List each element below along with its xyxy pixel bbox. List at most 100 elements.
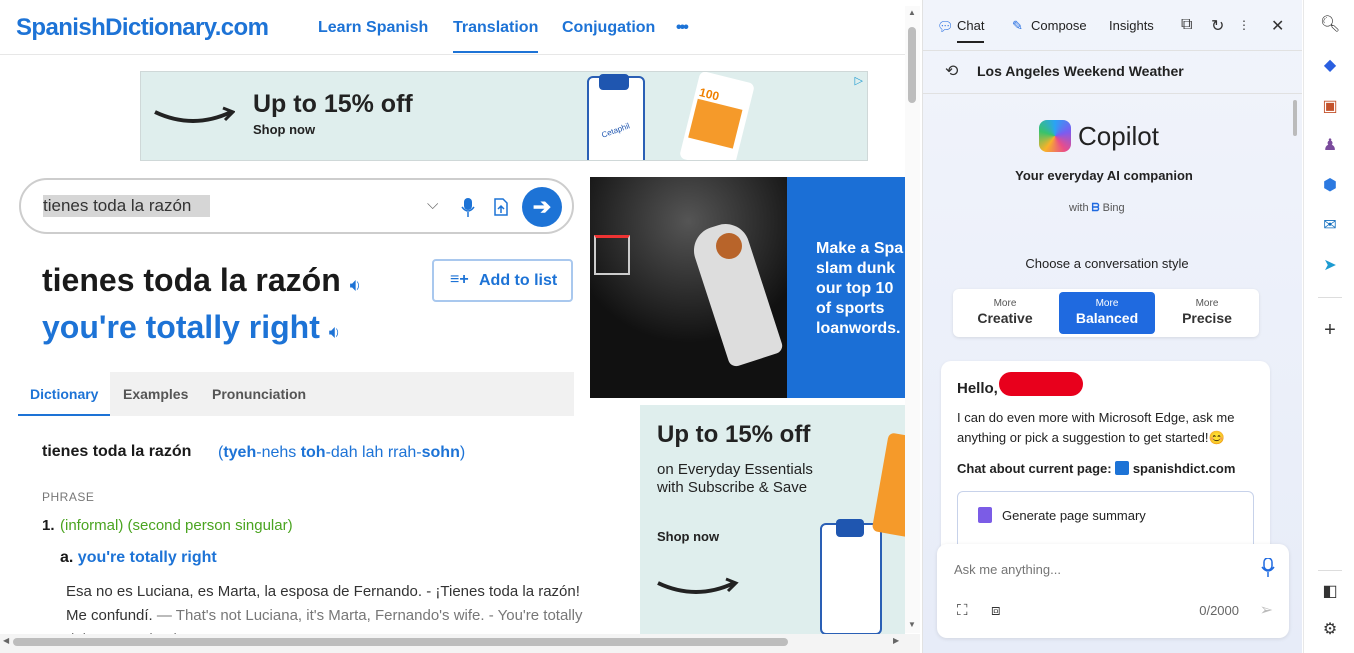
product-bottle <box>820 519 882 635</box>
open-in-new-icon[interactable]: ⧉ <box>1181 16 1192 34</box>
search-submit-button[interactable]: ➔ <box>522 187 562 227</box>
speaker-icon[interactable]: 🔉︎ <box>350 275 361 295</box>
toolbox-icon[interactable]: ▣ <box>1320 97 1340 117</box>
spanishdict-page: SpanishDictionary.com Learn Spanish Tran… <box>0 0 920 653</box>
horizontal-scroll-thumb[interactable] <box>13 638 788 646</box>
nav-translation[interactable]: Translation <box>453 19 539 53</box>
product-tube: 100 <box>678 72 756 160</box>
playlist-add-icon: ≡+ <box>450 271 469 288</box>
tab-insights[interactable]: Insights <box>1109 18 1154 33</box>
copilot-title: Copilot <box>1078 121 1159 151</box>
sub-sense: a. you're totally right <box>60 549 217 567</box>
refresh-icon[interactable]: ↻ <box>1211 16 1224 36</box>
games-icon[interactable]: ♟ <box>1320 136 1340 156</box>
upload-document-icon[interactable] <box>493 198 509 216</box>
copilot-logo-icon <box>1039 120 1071 152</box>
style-name: Creative <box>977 310 1033 326</box>
generate-summary-button[interactable]: Generate page summary <box>957 491 1254 551</box>
more-options-icon[interactable]: ⋮ <box>1238 18 1250 32</box>
search-icon[interactable]: 🔍︎ <box>1320 15 1340 35</box>
chat-input[interactable] <box>954 562 1244 577</box>
scroll-left-icon[interactable]: ◀ <box>3 636 9 645</box>
tab-chat[interactable]: Chat <box>957 18 985 43</box>
adchoices-icon[interactable]: ▷ <box>855 74 863 87</box>
amazon-smile-icon <box>657 577 739 594</box>
chat-about-page: Chat about current page: spanishdict.com <box>957 461 1235 476</box>
style-creative-button[interactable]: More Creative <box>957 292 1053 334</box>
ad-banner-slam-dunk[interactable]: Make a Spa slam dunk our top 10 of sport… <box>590 177 905 398</box>
nav-learn-spanish[interactable]: Learn Spanish <box>318 19 428 37</box>
result-tabs: Dictionary Examples Pronunciation <box>18 372 574 416</box>
conversation-style-selector: More Creative More Balanced More Precise <box>953 289 1259 337</box>
microsoft365-icon[interactable]: ⬢ <box>1320 176 1340 196</box>
tab-dictionary[interactable]: Dictionary <box>18 372 110 416</box>
with-bing: with ᗷ Bing <box>1069 202 1125 215</box>
tab-compose[interactable]: Compose <box>1031 18 1087 33</box>
add-icon[interactable]: + <box>1320 320 1340 340</box>
sub-sense-translation[interactable]: you're totally right <box>78 549 217 566</box>
pron-paren: ) <box>459 444 466 461</box>
amazon-smile-icon <box>154 106 235 123</box>
outlook-icon[interactable]: ✉ <box>1320 216 1340 236</box>
bing-label: Bing <box>1102 202 1125 214</box>
scroll-right-icon[interactable]: ▶ <box>893 636 899 645</box>
vertical-scroll-thumb[interactable] <box>908 27 916 103</box>
chat-composer: ⛶ ⧈ 0/2000 ➢ <box>937 544 1289 638</box>
sidebar-toggle-icon[interactable]: ◧ <box>1320 582 1340 602</box>
image-scan-icon[interactable]: ⛶ <box>957 602 968 619</box>
send-icon[interactable]: ➢ <box>1260 600 1273 620</box>
sub-sense-label: a. <box>60 549 74 566</box>
copilot-scroll-thumb[interactable] <box>1293 100 1297 136</box>
ad-headline: Up to 15% off <box>253 90 413 118</box>
char-count: 0/2000 <box>1199 603 1239 618</box>
speaker-icon[interactable]: 🔉︎ <box>329 322 340 342</box>
entry-pronunciation: (tyeh-nehs toh-dah lah rrah-sohn) <box>218 444 465 462</box>
screenshot-icon[interactable]: ⧈ <box>991 602 1001 619</box>
scroll-down-icon[interactable]: ▼ <box>908 620 916 629</box>
ad-cta: Shop now <box>253 122 316 137</box>
microphone-icon[interactable] <box>461 198 475 218</box>
tab-examples[interactable]: Examples <box>123 386 188 402</box>
close-icon[interactable]: ✕ <box>1271 16 1284 36</box>
style-precise-button[interactable]: More Precise <box>1159 292 1255 334</box>
chevron-down-icon[interactable]: ⌵ <box>427 196 438 213</box>
settings-gear-icon[interactable]: ⚙ <box>1320 620 1340 640</box>
document-list-icon <box>978 507 992 523</box>
bing-logo-icon: ᗷ <box>1091 202 1100 214</box>
rail-divider <box>1318 570 1342 571</box>
ad-bottom-cta: Shop now <box>657 529 720 544</box>
compose-pen-icon: ✎ <box>1012 18 1023 33</box>
chat-about-site: spanishdict.com <box>1132 461 1236 476</box>
conversation-style-label: Choose a conversation style <box>1025 256 1189 271</box>
header-divider <box>0 54 905 55</box>
recent-chat-item[interactable]: Los Angeles Weekend Weather <box>977 63 1184 79</box>
tab-pronunciation[interactable]: Pronunciation <box>212 386 306 402</box>
scroll-up-icon[interactable]: ▲ <box>908 8 916 17</box>
with-label: with <box>1069 202 1089 214</box>
shopping-tag-icon[interactable]: ◆ <box>1320 56 1340 76</box>
ad-banner-bottom[interactable]: Up to 15% off on Everyday Essentials wit… <box>640 405 905 635</box>
search-box: ⌵ ➔ <box>19 178 574 234</box>
add-to-list-button[interactable]: ≡+ Add to list <box>432 259 573 302</box>
site-logo[interactable]: SpanishDictionary.com <box>16 14 269 42</box>
copilot-sidebar: 💬︎ Chat ✎ Compose Insights ⧉ ↻ ⋮ ✕ ⟲ Los… <box>922 0 1302 653</box>
chat-about-label: Chat about current page: <box>957 461 1112 476</box>
style-balanced-button[interactable]: More Balanced <box>1059 292 1155 334</box>
nav-more-icon[interactable]: ••• <box>676 19 689 37</box>
rail-divider <box>1318 297 1342 298</box>
site-favicon-icon <box>1115 461 1130 475</box>
part-of-speech: PHRASE <box>42 490 95 504</box>
style-name: Precise <box>1182 310 1232 326</box>
pron-syllable: sohn <box>421 444 460 461</box>
result-spanish: tienes toda la razón 🔉︎ <box>42 262 361 299</box>
microphone-icon[interactable] <box>1261 558 1275 578</box>
search-input[interactable] <box>43 194 423 218</box>
ad-banner-top[interactable]: Up to 15% off Shop now Cetaphil 100 ▷ <box>140 71 868 161</box>
product-bottle: Cetaphil <box>587 74 645 160</box>
copilot-header-divider <box>923 50 1302 51</box>
pron-syllable: tyeh <box>223 444 257 461</box>
ad-bottom-headline: Up to 15% off <box>657 421 811 448</box>
example-dash: — <box>156 607 172 624</box>
nav-conjugation[interactable]: Conjugation <box>562 19 655 37</box>
send-drop-icon[interactable]: ➤ <box>1320 256 1340 276</box>
